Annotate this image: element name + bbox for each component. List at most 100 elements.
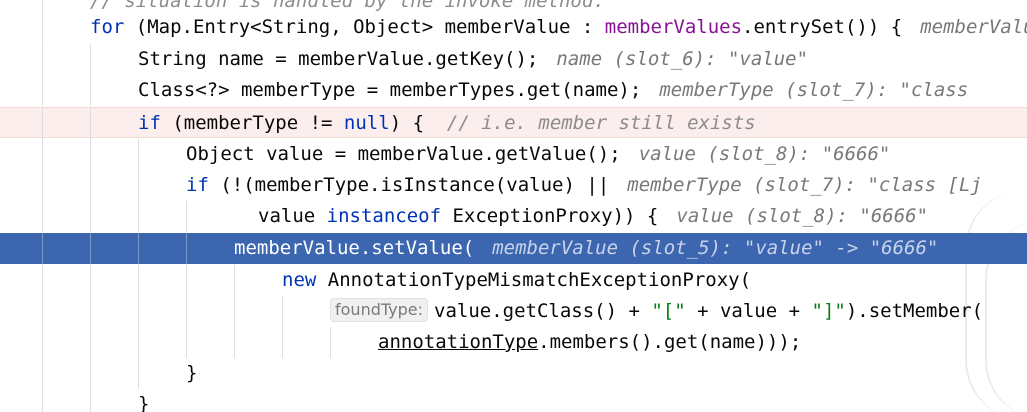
code-text: } (186, 358, 197, 389)
code-token: ) { (389, 112, 425, 134)
keyword: null (343, 112, 390, 134)
indent-guide (90, 170, 91, 201)
indent-guide (330, 327, 331, 358)
code-text: value instanceof ExceptionProxy)) {value… (258, 201, 928, 232)
indent-guide (42, 75, 43, 106)
inline-debug-value: value (slot_8): "6666" (638, 143, 891, 165)
indent-guide (90, 327, 91, 358)
indent-guide (42, 358, 43, 389)
indent-guide (42, 296, 43, 327)
code-line[interactable]: value instanceof ExceptionProxy)) {value… (0, 201, 1027, 232)
indent-guide (186, 233, 187, 264)
code-line[interactable]: Class<?> memberType = memberTypes.get(na… (0, 75, 1027, 106)
indent-guide (138, 296, 139, 327)
code-line[interactable]: if (!(memberType.isInstance(value) || mem… (0, 170, 1027, 201)
code-text: Object value = memberValue.getValue(); va… (186, 139, 890, 170)
code-editor[interactable]: // situation is handled by the invoke me… (0, 0, 1027, 412)
code-text: Class<?> memberType = memberTypes.get(na… (138, 75, 968, 106)
inline-debug-value: memberType (slot_7): "class [Lj (627, 174, 982, 196)
indent-guide (42, 389, 43, 412)
code-token: .members().get(name))); (538, 331, 802, 353)
indent-guide (42, 327, 43, 358)
indent-guide (186, 265, 187, 296)
indent-guide (138, 170, 139, 201)
indent-guide (138, 139, 139, 170)
code-token: + value + (685, 300, 812, 322)
indent-guide (234, 327, 235, 358)
code-line[interactable]: } (0, 358, 1027, 389)
code-token: String name = memberValue.getKey(); (138, 48, 539, 70)
code-token: annotationType (378, 331, 539, 353)
code-text: String name = memberValue.getKey(); name … (138, 44, 808, 75)
comment: // i.e. member still exists (424, 112, 756, 134)
indent-guide (282, 296, 283, 327)
indent-guide (138, 233, 139, 264)
indent-guide (138, 327, 139, 358)
code-text: for (Map.Entry<String, Object> memberVal… (90, 12, 1027, 43)
field-reference: memberValues (604, 16, 743, 38)
inline-debug-value: memberType (slot_7): "class (659, 79, 969, 101)
code-text: memberValue.setValue( memberValue (slot_5… (234, 233, 938, 264)
code-text: annotationType.members().get(name))); (378, 327, 801, 358)
keyword: new (282, 269, 317, 291)
indent-guide (42, 12, 43, 43)
comment: // situation is handled by the invoke me… (90, 0, 605, 12)
code-text: } (138, 389, 149, 412)
code-text: new AnnotationTypeMismatchExceptionProxy… (282, 265, 751, 296)
indent-guide (42, 139, 43, 170)
indent-guide (186, 201, 187, 232)
indent-guide (90, 139, 91, 170)
code-token: AnnotationTypeMismatchExceptionProxy( (316, 269, 752, 291)
indent-guide (42, 265, 43, 296)
code-token: (!(memberType.isInstance(value) || (208, 174, 610, 196)
inline-debug-value: name (slot_6): "value" (556, 48, 809, 70)
indent-guide (234, 265, 235, 296)
indent-guide (90, 296, 91, 327)
code-token: Class<?> memberType = memberTypes.get(na… (138, 79, 642, 101)
code-token: ).setMember( (845, 300, 984, 322)
indent-guide (42, 233, 43, 264)
indent-guide (90, 389, 91, 412)
indent-guide (42, 108, 43, 139)
string-literal: "]" (811, 300, 846, 322)
code-token: Object value = memberValue.getValue(); (186, 143, 621, 165)
current-execution-line[interactable]: memberValue.setValue( memberValue (slot_5… (0, 233, 1027, 264)
indent-guide (282, 327, 283, 358)
keyword: if (186, 174, 209, 196)
indent-guide (138, 358, 139, 389)
code-text: if (memberType != null) { // i.e. member… (138, 108, 756, 139)
indent-guide (90, 265, 91, 296)
code-line[interactable]: Object value = memberValue.getValue(); va… (0, 139, 1027, 170)
code-line[interactable]: } (0, 389, 1027, 412)
code-line[interactable]: new AnnotationTypeMismatchExceptionProxy… (0, 265, 1027, 296)
code-text: if (!(memberType.isInstance(value) || mem… (186, 170, 982, 201)
code-token: memberValue.setValue( (234, 237, 475, 259)
keyword: for (90, 16, 125, 38)
code-token: (memberType != (160, 112, 344, 134)
indent-guide (90, 44, 91, 75)
code-line[interactable]: annotationType.members().get(name))); (0, 327, 1027, 358)
code-token: (Map.Entry<String, Object> memberValue : (124, 16, 605, 38)
code-line[interactable]: foundType: value.getClass() + "[" + value… (0, 296, 1027, 327)
indent-guide (42, 201, 43, 232)
indent-guide (90, 108, 91, 139)
code-token: value (258, 205, 327, 227)
indent-guide (90, 75, 91, 106)
indent-guide (138, 265, 139, 296)
parameter-hint: foundType: (330, 298, 428, 322)
breakpoint-line[interactable]: if (memberType != null) { // i.e. member… (0, 107, 1027, 139)
code-token: ExceptionProxy)) { (441, 205, 659, 227)
indent-guide (90, 201, 91, 232)
indent-guide (138, 201, 139, 232)
code-text: foundType: value.getClass() + "[" + value… (330, 296, 983, 327)
code-token: } (186, 362, 198, 384)
code-line[interactable]: for (Map.Entry<String, Object> memberVal… (0, 12, 1027, 43)
keyword: if (138, 112, 161, 134)
code-token: .entrySet()) { (742, 16, 903, 38)
indent-guide (90, 233, 91, 264)
indent-guide (90, 358, 91, 389)
inline-debug-value: memberValues (slot_3): (920, 16, 1027, 38)
indent-guide (42, 44, 43, 75)
inline-debug-value: memberValue (slot_5): "value" -> "6666" (492, 237, 939, 259)
code-line[interactable]: String name = memberValue.getKey(); name … (0, 44, 1027, 75)
